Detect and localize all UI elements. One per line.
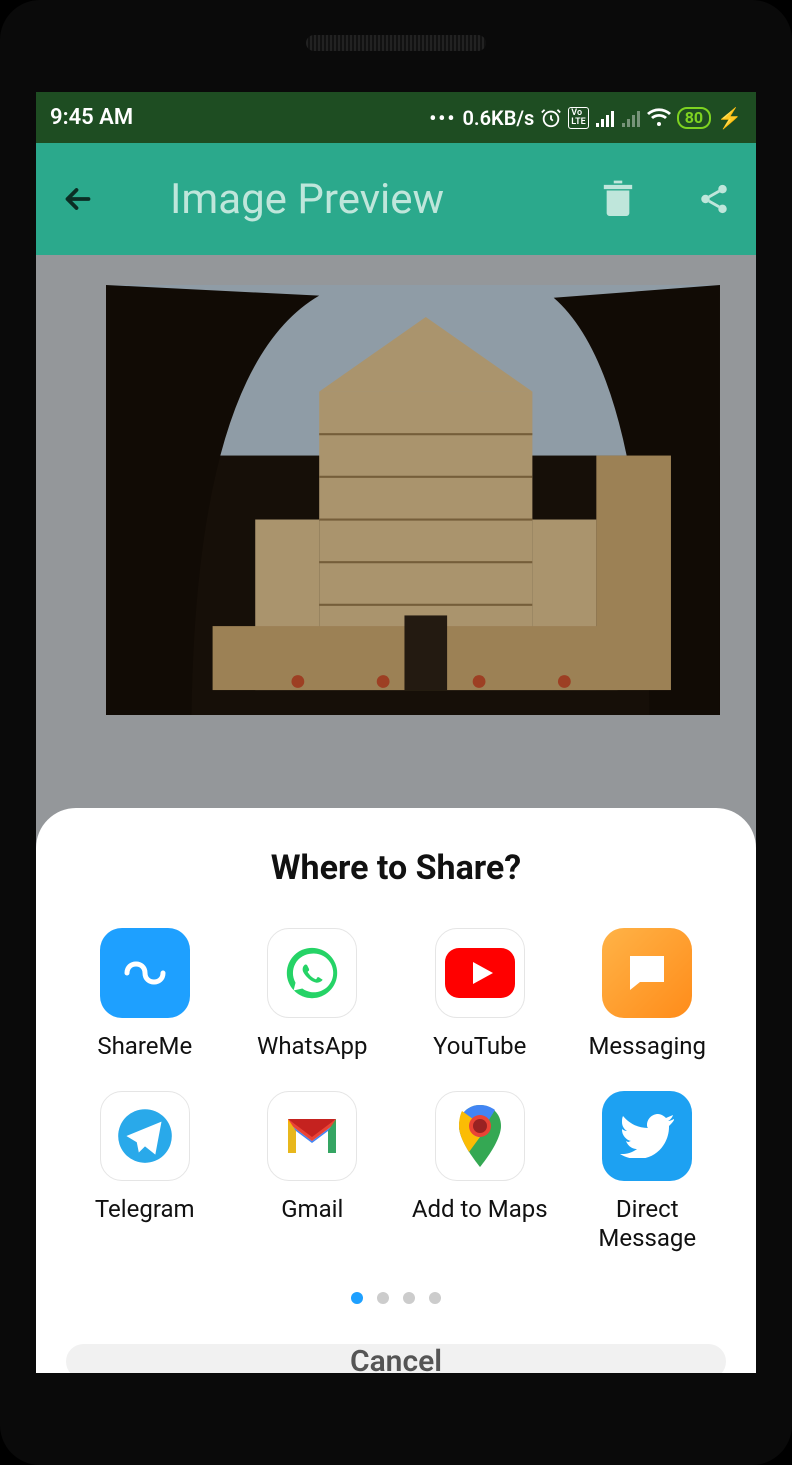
screen: 9:45 AM ••• 0.6KB/s VoLTE 80 ⚡ <box>36 92 756 1373</box>
maps-icon <box>435 1091 525 1181</box>
messaging-icon <box>602 928 692 1018</box>
share-item-twitter-dm[interactable]: Direct Message <box>569 1091 727 1253</box>
share-item-messaging[interactable]: Messaging <box>569 928 727 1061</box>
page-dot-1[interactable] <box>351 1292 363 1304</box>
share-item-youtube[interactable]: YouTube <box>401 928 559 1061</box>
cancel-button[interactable]: Cancel <box>66 1344 726 1373</box>
status-bar: 9:45 AM ••• 0.6KB/s VoLTE 80 ⚡ <box>36 92 756 143</box>
shareme-icon <box>100 928 190 1018</box>
share-button[interactable] <box>690 175 738 223</box>
share-grid: ShareMe WhatsApp YouTube <box>66 928 726 1252</box>
share-item-label: Telegram <box>95 1195 195 1224</box>
device-frame: 9:45 AM ••• 0.6KB/s VoLTE 80 ⚡ <box>0 0 792 1465</box>
page-dot-2[interactable] <box>377 1292 389 1304</box>
app-bar: Image Preview <box>36 143 756 255</box>
share-item-label: WhatsApp <box>257 1032 367 1061</box>
page-title: Image Preview <box>170 175 444 224</box>
page-dot-4[interactable] <box>429 1292 441 1304</box>
status-net-speed: 0.6KB/s <box>463 106 535 130</box>
telegram-icon <box>100 1091 190 1181</box>
charging-icon: ⚡ <box>717 106 742 130</box>
wifi-icon <box>647 108 671 128</box>
share-item-whatsapp[interactable]: WhatsApp <box>234 928 392 1061</box>
share-item-label: Messaging <box>588 1032 706 1061</box>
page-dot-3[interactable] <box>403 1292 415 1304</box>
share-item-shareme[interactable]: ShareMe <box>66 928 224 1061</box>
share-item-label: Direct Message <box>569 1195 727 1253</box>
share-item-label: Gmail <box>281 1195 343 1224</box>
share-item-label: ShareMe <box>97 1032 192 1061</box>
alarm-icon <box>540 107 562 129</box>
twitter-icon <box>602 1091 692 1181</box>
battery-level: 80 <box>685 109 703 127</box>
youtube-icon <box>435 928 525 1018</box>
battery-icon: 80 <box>677 107 711 129</box>
share-sheet-title: Where to Share? <box>66 848 726 888</box>
share-item-maps[interactable]: Add to Maps <box>401 1091 559 1253</box>
share-icon <box>697 182 731 216</box>
share-item-telegram[interactable]: Telegram <box>66 1091 224 1253</box>
share-item-label: Add to Maps <box>412 1195 548 1224</box>
speaker-grille <box>306 35 486 51</box>
content-area: Where to Share? ShareMe WhatsApp <box>36 255 756 1373</box>
share-item-gmail[interactable]: Gmail <box>234 1091 392 1253</box>
share-sheet: Where to Share? ShareMe WhatsApp <box>36 808 756 1373</box>
back-arrow-icon <box>60 181 96 217</box>
volte-icon: VoLTE <box>568 107 588 129</box>
signal-icon <box>595 109 615 127</box>
status-dots: ••• <box>429 106 456 130</box>
back-button[interactable] <box>54 175 102 223</box>
whatsapp-icon <box>267 928 357 1018</box>
gmail-icon <box>267 1091 357 1181</box>
delete-button[interactable] <box>594 175 642 223</box>
signal-icon-2 <box>621 109 641 127</box>
share-item-label: YouTube <box>433 1032 526 1061</box>
trash-icon <box>601 179 635 219</box>
status-time: 9:45 AM <box>50 105 133 130</box>
status-right: ••• 0.6KB/s VoLTE 80 ⚡ <box>429 106 742 130</box>
page-indicator <box>66 1292 726 1304</box>
cancel-label: Cancel <box>350 1344 442 1373</box>
